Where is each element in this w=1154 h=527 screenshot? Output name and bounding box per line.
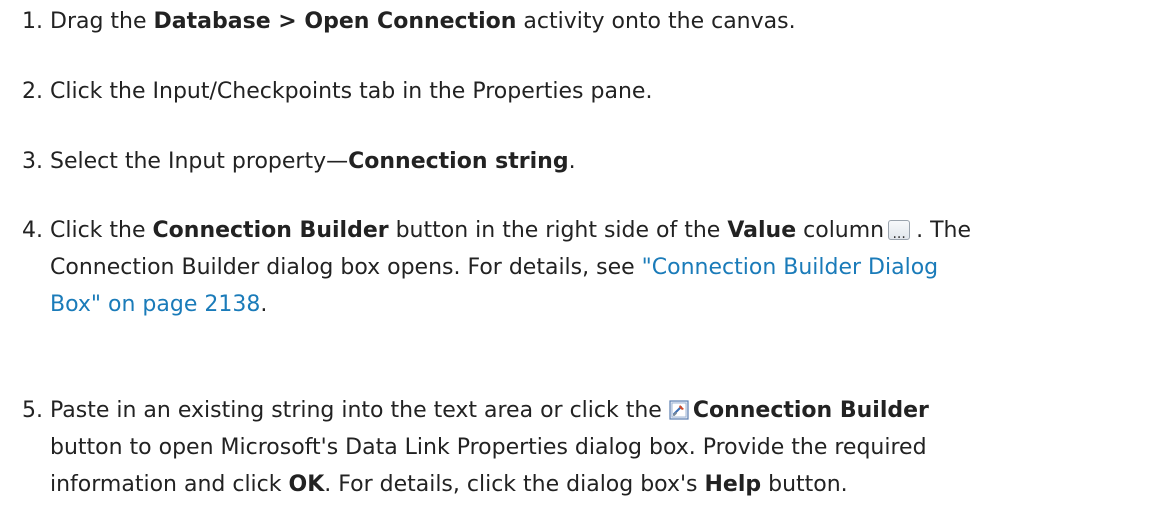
text: . For details, click the dialog box's	[324, 472, 705, 497]
connection-builder-link[interactable]: "Connection Builder Dialog	[642, 255, 938, 280]
text: activity onto the canvas.	[516, 9, 796, 34]
text: Click the	[50, 218, 153, 243]
step-1: 1. Drag the Database > Open Connection ac…	[22, 3, 1132, 40]
step-text: Paste in an existing string into the tex…	[50, 392, 1132, 503]
text: Select the Input property—	[50, 149, 349, 174]
property-name: Connection string	[348, 149, 569, 174]
text: Paste in an existing string into the tex…	[50, 398, 669, 423]
document: 1. Drag the Database > Open Connection ac…	[0, 0, 1154, 527]
step-number: 1.	[22, 9, 43, 34]
step-text: Click the Connection Builder button in t…	[50, 212, 1132, 323]
text: column	[796, 218, 885, 243]
text: .	[568, 149, 576, 174]
step-text: Click the Input/Checkpoints tab in the P…	[50, 73, 1132, 110]
text: Click the Input/Checkpoints tab in the P…	[50, 79, 653, 104]
text: .	[260, 292, 268, 317]
text: Connection Builder dialog box opens. For…	[50, 255, 642, 280]
menu-path: Database > Open Connection	[153, 9, 517, 34]
button-name: Connection Builder	[152, 218, 389, 243]
text: button to open Microsoft's Data Link Pro…	[50, 435, 927, 460]
step-number: 2.	[22, 79, 43, 104]
step-3: 3. Select the Input property—Connection s…	[22, 143, 1132, 180]
text: information and click	[50, 472, 289, 497]
text: button in the right side of the	[388, 218, 728, 243]
button-name: Connection Builder	[692, 398, 929, 423]
column-name: Value	[727, 218, 797, 243]
step-text: Drag the Database > Open Connection acti…	[50, 3, 1132, 40]
step-4: 4. Click the Connection Builder button in…	[22, 212, 1132, 317]
text: Drag the	[50, 9, 154, 34]
step-number: 4.	[22, 218, 43, 243]
ellipsis-button-icon[interactable]: ...	[888, 220, 911, 242]
step-number: 3.	[22, 149, 43, 174]
connection-builder-link-continued[interactable]: Box" on page 2138	[50, 292, 260, 317]
button-name-help: Help	[704, 472, 762, 497]
text: button.	[761, 472, 848, 497]
step-2: 2. Click the Input/Checkpoints tab in the…	[22, 73, 1132, 110]
step-text: Select the Input property—Connection str…	[50, 143, 1132, 180]
button-name-ok: OK	[288, 472, 325, 497]
text: . The	[916, 218, 972, 243]
step-5: 5. Paste in an existing string into the t…	[22, 392, 1132, 497]
connection-builder-icon[interactable]	[669, 400, 689, 420]
step-number: 5.	[22, 398, 43, 423]
